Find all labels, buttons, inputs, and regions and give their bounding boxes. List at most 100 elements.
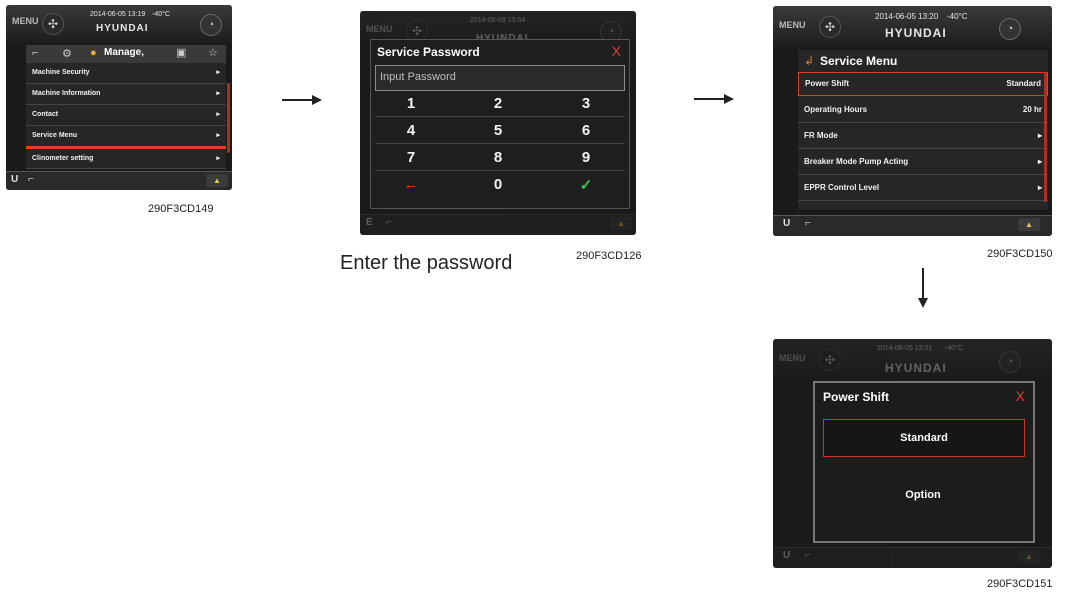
keypad: 1 2 3 4 5 6 7 8 9 ← 0 ✓ (375, 93, 625, 205)
chevron-right-icon: ▸ (1037, 157, 1042, 166)
list-item[interactable]: Contact ▸ (26, 105, 226, 126)
seat-icon[interactable]: ⌐ (32, 47, 38, 59)
chevron-right-icon: ▸ (216, 111, 220, 118)
backspace-icon[interactable]: ← (396, 176, 426, 193)
dialog-title: Service Password (377, 45, 480, 59)
figure-code: 290F3CD150 (987, 248, 1053, 260)
gauge-icon: ◔ (999, 351, 1021, 373)
mode-indicator: U (11, 174, 19, 185)
gear-icon[interactable]: ⚙ (62, 47, 72, 60)
menu-button[interactable]: MENU (779, 20, 806, 30)
list-item[interactable]: FR Mode ▸ (798, 124, 1048, 149)
list-item[interactable]: Machine Security ▸ (26, 63, 226, 84)
seat-icon: ⌐ (386, 217, 392, 228)
password-dialog: Service Password X Input Password 1 2 3 … (370, 39, 630, 209)
list-item-label: Machine Security (32, 69, 90, 76)
chevron-right-icon: ▸ (1037, 183, 1042, 192)
screen-service-password: MENU ✣ 2014-06-09 13:54 HYUNDAI ◔ Servic… (360, 11, 636, 235)
arrow-right-icon (282, 95, 322, 105)
key-9[interactable]: 9 (571, 149, 601, 166)
option-standard[interactable]: Standard (823, 419, 1025, 457)
list-item-selected[interactable]: Power Shift Standard (798, 72, 1048, 96)
figure-code: 290F3CD149 (148, 203, 214, 215)
screen-power-shift: MENU ✣ 2014-06-05 13:21 -40°C HYUNDAI ◔ … (773, 339, 1052, 568)
bottom-bar: U ⌐ ▲ (773, 215, 1052, 236)
chevron-right-icon: ▸ (1037, 131, 1042, 140)
divider (375, 116, 625, 117)
seat-icon: ⌐ (805, 218, 811, 229)
mode-indicator: E (366, 217, 373, 228)
list-item[interactable]: Operating Hours 20 hr (798, 98, 1048, 123)
list-item[interactable]: Breaker Mode Pump Acting ▸ (798, 150, 1048, 175)
list-item[interactable]: EPPR Control Level ▸ (798, 176, 1048, 201)
key-0[interactable]: 0 (483, 176, 513, 193)
datetime: 2014-06-09 13:54 (470, 17, 526, 24)
option-label: Standard (900, 432, 948, 444)
seat-icon: ⌐ (805, 550, 811, 561)
monitor-icon[interactable]: ▣ (176, 46, 186, 59)
figure-code: 290F3CD151 (987, 578, 1053, 590)
top-bar: MENU ✣ 2014-06-05 13:21 -40°C HYUNDAI ◔ (773, 339, 1052, 381)
chevron-right-icon: ▸ (216, 155, 220, 162)
key-6[interactable]: 6 (571, 122, 601, 139)
password-placeholder: Input Password (380, 71, 456, 83)
chevron-right-icon: ▸ (216, 132, 220, 139)
arrow-right-icon (694, 94, 734, 104)
brand-title: HYUNDAI (96, 23, 149, 34)
power-shift-dialog: Power Shift X Standard Option (813, 381, 1035, 543)
tab-title[interactable]: Manage, (104, 47, 144, 58)
close-icon[interactable]: X (1016, 388, 1025, 404)
screen-service-menu: MENU ✣ 2014-06-05 13:20 -40°C HYUNDAI ◔ … (773, 6, 1052, 236)
turtle-icon: ▲ (610, 217, 632, 230)
temperature: -40°C (945, 345, 963, 352)
panel-title: Service Menu (820, 54, 898, 68)
list-item[interactable]: Machine Information ▸ (26, 84, 226, 105)
screen-main-menu: MENU ✣ 2014-06-05 13:19 -40°C HYUNDAI ◔ … (6, 5, 232, 190)
option-option[interactable]: Option (823, 477, 1023, 513)
key-4[interactable]: 4 (396, 122, 426, 139)
star-icon[interactable]: ☆ (208, 46, 218, 59)
dialog-title: Power Shift (823, 390, 890, 404)
list-item-label: Power Shift (805, 79, 850, 88)
list-item-selected[interactable]: Service Menu ▸ (26, 126, 226, 149)
figure-code: 290F3CD126 (576, 250, 642, 262)
list-item-label: EPPR Control Level (804, 183, 880, 192)
mode-indicator: U (783, 218, 791, 229)
gauge-icon: ◔ (200, 14, 222, 36)
close-icon[interactable]: X (612, 43, 621, 59)
option-label: Option (905, 489, 941, 501)
divider (375, 143, 625, 144)
bottom-bar: U ⌐ ▲ (773, 547, 1052, 568)
bottom-bar: E ⌐ ▲ (360, 214, 636, 235)
seat-icon: ⌐ (28, 174, 34, 185)
tab-bar: ⌐ ⚙ ● Manage, ▣ ☆ (26, 45, 226, 63)
checkmark-icon[interactable]: ✓ (571, 176, 601, 194)
temperature: -40°C (947, 12, 968, 21)
step-caption: Enter the password (340, 252, 513, 274)
list-item-value: Standard (1006, 79, 1041, 88)
key-7[interactable]: 7 (396, 149, 426, 166)
list-item-label: Contact (32, 111, 59, 118)
chevron-right-icon: ▸ (216, 90, 220, 97)
list-item-label: FR Mode (804, 131, 838, 140)
scrollbar[interactable] (1044, 72, 1047, 202)
scrollbar[interactable] (227, 83, 230, 153)
key-2[interactable]: 2 (483, 95, 513, 112)
brand-title: HYUNDAI (885, 361, 947, 375)
turtle-icon: ▲ (1018, 550, 1040, 563)
service-menu-panel: ↲ Service Menu Power Shift Standard Opera… (798, 50, 1048, 210)
key-3[interactable]: 3 (571, 95, 601, 112)
list-item[interactable]: Clinometer setting ▸ (26, 149, 226, 169)
list-item-label: Operating Hours (804, 105, 868, 114)
key-8[interactable]: 8 (483, 149, 513, 166)
datetime: 2014-06-05 13:20 (875, 12, 939, 21)
password-input[interactable]: Input Password (375, 65, 625, 91)
menu-button[interactable]: MENU (12, 16, 39, 26)
list-item-label: Machine Information (32, 90, 101, 97)
turtle-icon: ▲ (1018, 218, 1040, 231)
key-1[interactable]: 1 (396, 95, 426, 112)
key-5[interactable]: 5 (483, 122, 513, 139)
menu-button: MENU (779, 353, 806, 363)
fan-icon: ✣ (819, 349, 841, 371)
back-arrow-icon[interactable]: ↲ (804, 54, 814, 68)
